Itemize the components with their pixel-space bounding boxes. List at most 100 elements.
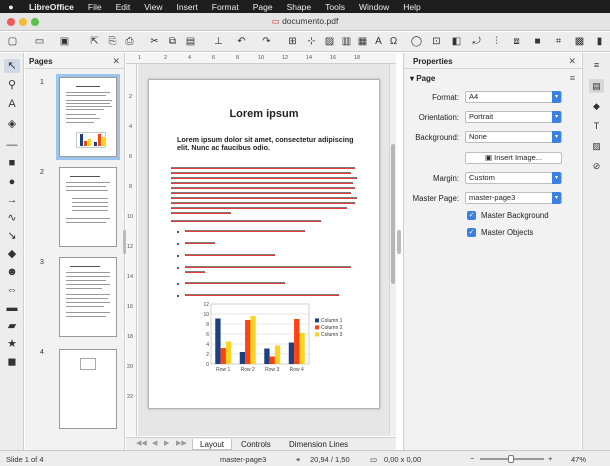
open-folder-icon[interactable]: ▭ bbox=[33, 35, 46, 48]
first-tab-icon[interactable]: ◀◀ bbox=[136, 439, 147, 447]
zoom-out-icon[interactable]: − bbox=[470, 454, 474, 463]
ellipse-icon[interactable]: ● bbox=[4, 175, 20, 189]
callouts-icon[interactable]: ▰ bbox=[4, 319, 20, 333]
properties-deck-icon[interactable]: ▤ bbox=[589, 79, 604, 93]
navigator-deck-icon[interactable]: ⊘ bbox=[589, 159, 604, 173]
basic-shapes-icon[interactable]: ◆ bbox=[4, 247, 20, 261]
orientation-select[interactable]: Portrait ▾ bbox=[465, 111, 562, 123]
section-menu-icon[interactable]: ≡ bbox=[570, 73, 575, 83]
menu-file[interactable]: File bbox=[81, 2, 109, 12]
print-icon[interactable]: ⎙ bbox=[123, 35, 136, 48]
zoom-in-icon[interactable]: + bbox=[548, 454, 552, 463]
toggle-extrusion-icon[interactable]: ◧ bbox=[450, 35, 463, 48]
menu-app[interactable]: LibreOffice bbox=[22, 2, 81, 12]
menu-help[interactable]: Help bbox=[396, 2, 427, 12]
apple-icon[interactable]: ● bbox=[0, 2, 22, 12]
insert-image-icon[interactable]: ▨ bbox=[323, 35, 336, 48]
line-icon[interactable]: — bbox=[4, 138, 20, 152]
zoom-level[interactable]: 47% bbox=[571, 455, 586, 464]
grid-icon[interactable]: ⊞ bbox=[286, 35, 299, 48]
tab-controls[interactable]: Controls bbox=[234, 439, 278, 450]
zoom-icon[interactable]: ⚲ bbox=[4, 78, 20, 92]
text-icon[interactable]: A bbox=[4, 97, 20, 111]
stars-icon[interactable]: ★ bbox=[4, 337, 20, 351]
transformations-icon[interactable]: ⤾ bbox=[470, 35, 483, 48]
shadow-icon[interactable]: ■ bbox=[531, 35, 544, 48]
more-tools-icon[interactable]: ▮ bbox=[593, 35, 606, 48]
menu-shape[interactable]: Shape bbox=[280, 2, 319, 12]
deck-menu-icon[interactable]: ≡ bbox=[589, 58, 604, 72]
tab-layout[interactable]: Layout bbox=[192, 439, 233, 450]
new-document-icon[interactable]: ▢ bbox=[6, 35, 19, 48]
line-ends-arrow-icon[interactable]: → bbox=[4, 193, 20, 207]
curve-icon[interactable]: ∿ bbox=[4, 211, 20, 225]
points-icon[interactable]: ◯ bbox=[410, 35, 423, 48]
save-icon[interactable]: ▣ bbox=[58, 35, 71, 48]
redo-icon[interactable]: ↷ bbox=[260, 35, 273, 48]
document-subtitle[interactable]: Lorem ipsum dolor sit amet, consectetur … bbox=[177, 136, 367, 152]
master-page-status[interactable]: master-page3 bbox=[220, 455, 266, 464]
bar-chart[interactable]: 024681012Row 1 Row 2 Row 3 Row 4Column 1Col… bbox=[197, 298, 357, 378]
master-background-checkbox[interactable]: ✓ bbox=[467, 211, 476, 220]
clone-formatting-icon[interactable]: ⊥ bbox=[212, 35, 225, 48]
export-pdf-icon[interactable]: ⎘ bbox=[106, 35, 119, 48]
last-tab-icon[interactable]: ▶▶ bbox=[176, 439, 187, 447]
menu-window[interactable]: Window bbox=[352, 2, 396, 12]
tab-dimension-lines[interactable]: Dimension Lines bbox=[282, 439, 355, 450]
master-page-select[interactable]: master-page3 ▾ bbox=[465, 192, 562, 204]
page-1[interactable]: Lorem ipsum Lorem ipsum dolor sit amet, … bbox=[148, 79, 380, 409]
rectangle-icon[interactable]: ■ bbox=[4, 156, 20, 170]
master-objects-checkbox[interactable]: ✓ bbox=[467, 228, 476, 237]
select-arrow-icon[interactable]: ↖ bbox=[4, 59, 20, 73]
vertical-scrollbar[interactable] bbox=[389, 64, 396, 436]
page-section-header[interactable]: ▾ Page bbox=[410, 74, 435, 83]
zoom-slider-thumb[interactable] bbox=[508, 455, 514, 463]
menu-insert[interactable]: Insert bbox=[170, 2, 205, 12]
menu-page[interactable]: Page bbox=[246, 2, 280, 12]
page-thumbnail-3[interactable] bbox=[59, 257, 117, 337]
background-select[interactable]: None ▾ bbox=[465, 131, 562, 143]
fill-color-icon[interactable]: ◈ bbox=[4, 117, 20, 131]
page-thumbnail-4[interactable] bbox=[59, 349, 117, 429]
properties-splitter[interactable] bbox=[397, 230, 401, 254]
text-deck-icon[interactable]: T bbox=[589, 119, 604, 133]
menu-edit[interactable]: Edit bbox=[109, 2, 138, 12]
glue-points-icon[interactable]: ⊡ bbox=[430, 35, 443, 48]
close-icon[interactable]: ✕ bbox=[568, 56, 576, 67]
cut-icon[interactable]: ✂ bbox=[148, 35, 161, 48]
margin-select[interactable]: Custom ▾ bbox=[465, 172, 562, 184]
insert-chart-icon[interactable]: ▥ bbox=[340, 35, 353, 48]
block-arrows-icon[interactable]: ⇔ bbox=[4, 283, 20, 297]
insert-table-icon[interactable]: ▦ bbox=[356, 35, 369, 48]
undo-icon[interactable]: ↶ bbox=[235, 35, 248, 48]
gallery-deck-icon[interactable]: ▨ bbox=[589, 139, 604, 153]
styles-deck-icon[interactable]: ◆ bbox=[589, 99, 604, 113]
paste-icon[interactable]: ▤ bbox=[184, 35, 197, 48]
menu-format[interactable]: Format bbox=[205, 2, 246, 12]
align-icon[interactable]: ⫶ bbox=[490, 35, 503, 48]
document-title[interactable]: Lorem ipsum bbox=[149, 108, 379, 120]
close-icon[interactable]: ✕ bbox=[112, 56, 120, 67]
crop-icon[interactable]: ⌗ bbox=[552, 35, 565, 48]
menu-view[interactable]: View bbox=[137, 2, 169, 12]
helplines-icon[interactable]: ⊹ bbox=[305, 35, 318, 48]
insert-image-button[interactable]: ▣ Insert Image... bbox=[465, 152, 562, 164]
export-icon[interactable]: ⇱ bbox=[88, 35, 101, 48]
3d-objects-icon[interactable]: ◼ bbox=[4, 355, 20, 369]
symbol-shapes-icon[interactable]: ☻ bbox=[4, 265, 20, 279]
document-canvas[interactable]: Lorem ipsum Lorem ipsum dolor sit amet, … bbox=[138, 64, 396, 436]
vertical-scroll-thumb[interactable] bbox=[391, 144, 395, 284]
page-thumbnail-1[interactable] bbox=[59, 77, 117, 157]
next-tab-icon[interactable]: ▶ bbox=[164, 439, 169, 447]
page-thumbnail-2[interactable] bbox=[59, 167, 117, 247]
prev-tab-icon[interactable]: ◀ bbox=[152, 439, 157, 447]
format-select[interactable]: A4 ▾ bbox=[465, 91, 562, 103]
menu-tools[interactable]: Tools bbox=[318, 2, 352, 12]
flowchart-icon[interactable]: ▬ bbox=[4, 301, 20, 315]
special-character-icon[interactable]: Ω bbox=[387, 35, 400, 48]
copy-icon[interactable]: ⧉ bbox=[166, 35, 179, 48]
arrange-icon[interactable]: ⧈ bbox=[510, 35, 523, 48]
fontwork-icon[interactable]: A bbox=[372, 35, 385, 48]
filter-icon[interactable]: ▩ bbox=[573, 35, 586, 48]
connector-icon[interactable]: ↘ bbox=[4, 229, 20, 243]
